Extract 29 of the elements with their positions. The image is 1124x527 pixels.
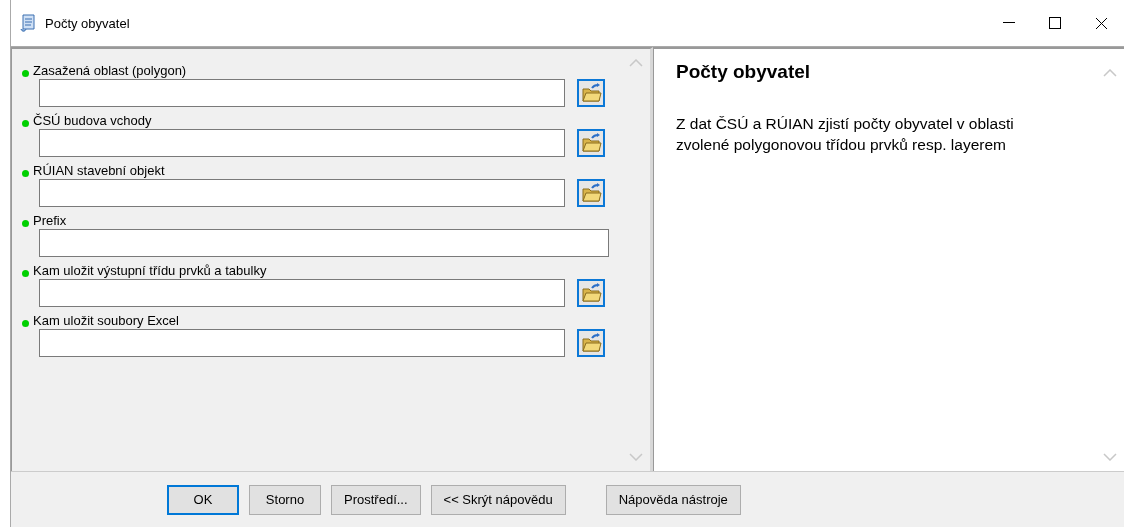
field-label: RÚIAN stavební objekt	[33, 162, 165, 178]
help-text: Z dat ČSÚ a RÚIAN zjistí počty obyvatel v oblasti zvolené polygonovou třídou prvků resp. layerem	[676, 114, 1015, 155]
input-field[interactable]	[39, 179, 565, 207]
input-field[interactable]	[39, 329, 565, 357]
folder-icon[interactable]	[577, 129, 605, 157]
input-field[interactable]	[39, 129, 565, 157]
folder-icon[interactable]	[577, 79, 605, 107]
field-label: Kam uložit výstupní třídu prvků a tabulky	[33, 262, 267, 278]
dialog-button[interactable]: Prostředí...	[331, 484, 421, 515]
folder-icon[interactable]	[577, 179, 605, 207]
input-field[interactable]	[39, 229, 609, 257]
minimize-icon[interactable]	[1003, 22, 1015, 24]
close-icon[interactable]	[1094, 16, 1108, 30]
folder-icon[interactable]	[577, 279, 605, 307]
dialog-button[interactable]: << Skrýt nápovědu	[430, 484, 566, 515]
field-label: Prefix	[33, 212, 67, 228]
maximize-icon[interactable]	[1049, 17, 1061, 29]
input-field[interactable]	[39, 279, 565, 307]
folder-icon[interactable]	[577, 329, 605, 357]
dialog-button[interactable]: OK	[167, 484, 239, 515]
field-label: Kam uložit soubory Excel	[33, 312, 179, 328]
field-label: ČSÚ budova vchody	[33, 112, 152, 128]
dialog-button[interactable]: Nápověda nástroje	[605, 484, 741, 515]
dialog-button[interactable]: Storno	[249, 484, 321, 515]
window-title: Počty obyvatel	[45, 15, 131, 31]
help-title: Počty obyvatel	[676, 61, 812, 83]
field-label: Zasažená oblast (polygon)	[33, 62, 187, 78]
input-field[interactable]	[39, 79, 565, 107]
scroll-icon	[19, 13, 37, 33]
